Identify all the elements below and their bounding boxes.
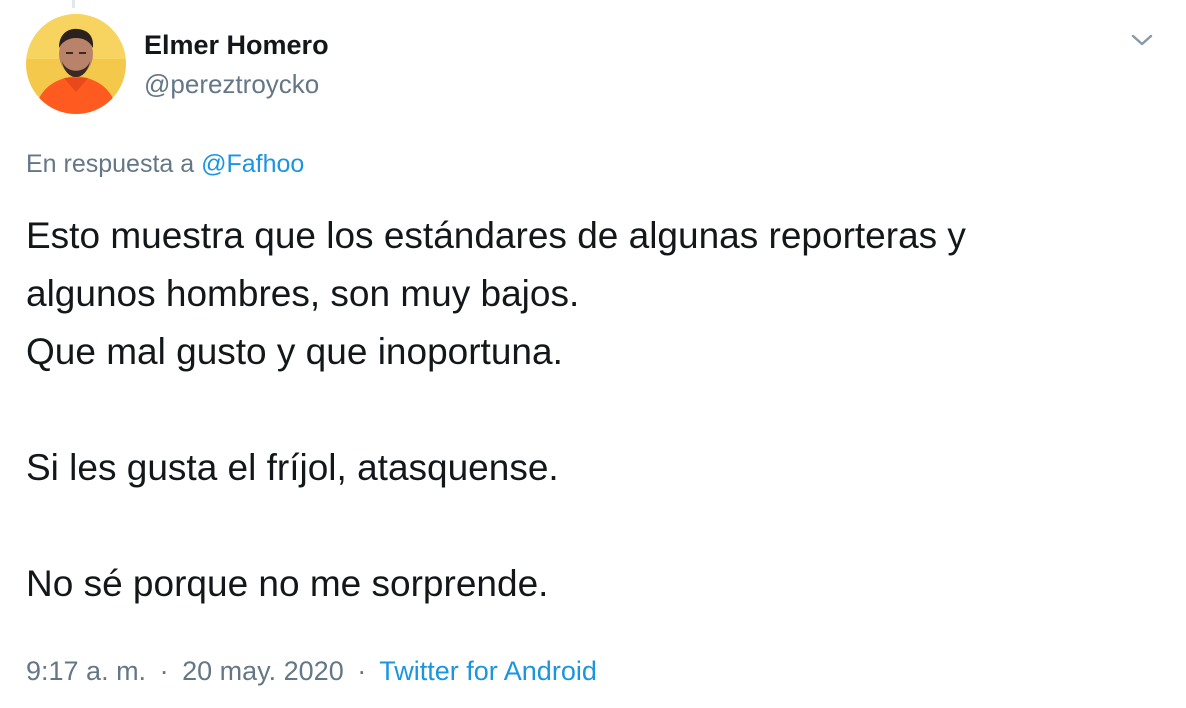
- reply-target-link[interactable]: @Fafhoo: [201, 150, 304, 178]
- meta-separator: ·: [357, 656, 367, 686]
- author-block: Elmer Homero @pereztroycko: [144, 28, 329, 101]
- tweet-line: Esto muestra que los estándares de algun…: [26, 215, 966, 256]
- tweet-line: algunos hombres, son muy bajos.: [26, 273, 580, 314]
- tweet-line: Que mal gusto y que inoportuna.: [26, 331, 563, 372]
- tweet-time[interactable]: 9:17 a. m.: [26, 656, 146, 686]
- tweet-text: Esto muestra que los estándares de algun…: [26, 207, 1166, 613]
- tweet-header: Elmer Homero @pereztroycko: [26, 14, 1156, 118]
- user-handle[interactable]: @pereztroycko: [144, 67, 329, 101]
- display-name[interactable]: Elmer Homero: [144, 28, 329, 62]
- reply-context: En respuesta a @Fafhoo: [26, 148, 304, 180]
- tweet-line: Si les gusta el fríjol, atasquense.: [26, 447, 559, 488]
- thread-connector-line: [72, 0, 75, 8]
- tweet-line-blank: [26, 381, 1166, 439]
- chevron-down-icon: [1131, 34, 1153, 46]
- avatar-image: [26, 14, 126, 114]
- tweet-metadata: 9:17 a. m. · 20 may. 2020 · Twitter for …: [26, 654, 597, 688]
- meta-separator: ·: [159, 656, 169, 686]
- tweet-menu-button[interactable]: [1128, 30, 1156, 50]
- tweet-line: No sé porque no me sorprende.: [26, 563, 549, 604]
- tweet-date[interactable]: 20 may. 2020: [182, 656, 344, 686]
- reply-prefix: En respuesta a: [26, 150, 195, 178]
- avatar[interactable]: [26, 14, 126, 114]
- tweet-line-blank: [26, 497, 1166, 555]
- tweet-source-link[interactable]: Twitter for Android: [379, 656, 597, 686]
